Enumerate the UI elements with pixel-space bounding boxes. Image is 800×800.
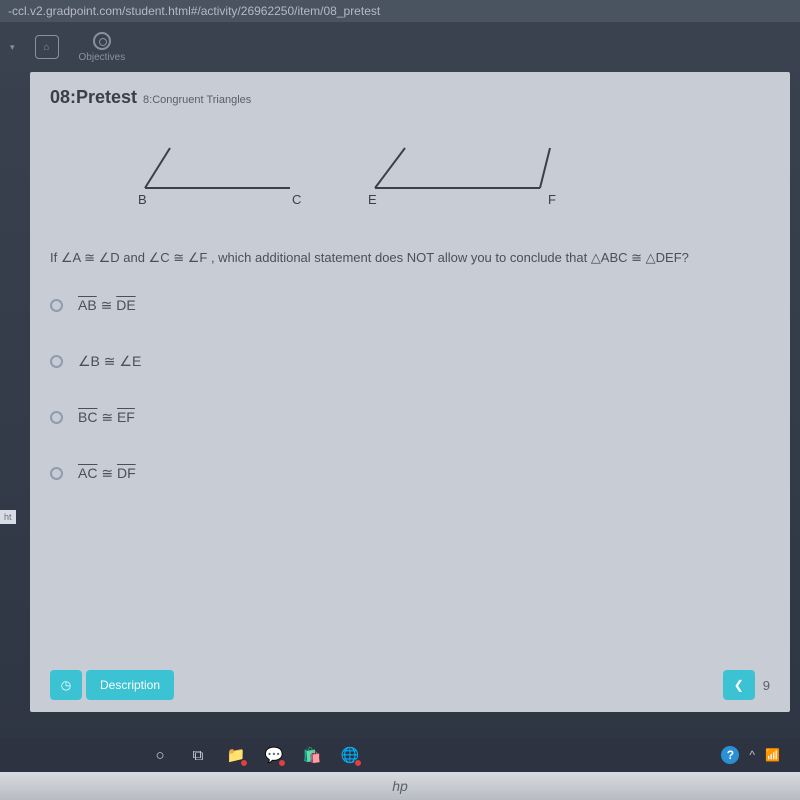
- description-group: ◷ Description: [50, 670, 174, 700]
- app-toolbar: ▾ ⌂ Objectives: [0, 22, 800, 72]
- system-tray[interactable]: ? ^ 📶: [721, 746, 780, 764]
- home-icon: ⌂: [35, 35, 59, 59]
- page-number: 9: [763, 678, 770, 693]
- file-explorer-icon[interactable]: 📁: [226, 745, 246, 765]
- objectives-label: Objectives: [79, 52, 126, 63]
- store-icon[interactable]: 🛍️: [302, 745, 322, 765]
- wifi-icon[interactable]: 📶: [765, 748, 780, 762]
- option-a[interactable]: AB ≅ DE: [50, 293, 770, 314]
- option-b[interactable]: ∠B ≅ ∠E: [50, 349, 770, 370]
- vertex-b-label: B: [138, 192, 147, 207]
- vertex-e-label: E: [368, 192, 377, 207]
- vertex-c-label: C: [292, 192, 301, 207]
- option-c[interactable]: BC ≅ EF: [50, 405, 770, 426]
- help-icon[interactable]: ?: [721, 746, 739, 764]
- url-text: -ccl.v2.gradpoint.com/student.html#/acti…: [8, 4, 380, 18]
- taskview-icon[interactable]: ⧉: [188, 745, 208, 765]
- prev-button[interactable]: ❮: [723, 670, 755, 700]
- triangle-abc: B C: [100, 138, 310, 208]
- option-d[interactable]: AC ≅ DF: [50, 461, 770, 482]
- chevron-left-icon: ❮: [734, 678, 744, 692]
- dropdown-icon[interactable]: ▾: [10, 42, 15, 53]
- radio-icon[interactable]: [50, 411, 63, 424]
- clock-icon: ◷: [61, 678, 71, 692]
- question-text: If ∠A ≅ ∠D and ∠C ≅ ∠F , which additiona…: [50, 248, 770, 268]
- content-footer: ◷ Description ❮ 9: [50, 670, 770, 700]
- windows-taskbar[interactable]: ○ ⧉ 📁 💬 🛍️ 🌐 ? ^ 📶: [0, 738, 800, 772]
- objectives-button[interactable]: Objectives: [79, 32, 126, 63]
- home-button[interactable]: ⌂: [35, 35, 59, 59]
- cortana-icon[interactable]: ○: [150, 745, 170, 765]
- side-tab: ht: [0, 510, 16, 524]
- app-icon[interactable]: 💬: [264, 745, 284, 765]
- triangle-diagram: B C E F: [100, 138, 770, 208]
- target-icon: [93, 32, 111, 50]
- laptop-bezel: hp: [0, 772, 800, 800]
- answer-options: AB ≅ DE ∠B ≅ ∠E BC ≅ EF AC ≅ DF: [50, 293, 770, 482]
- test-title: 08:Pretest: [50, 87, 137, 108]
- page-header: 08:Pretest 8:Congruent Triangles: [50, 87, 770, 108]
- description-button[interactable]: Description: [86, 670, 174, 700]
- radio-icon[interactable]: [50, 299, 63, 312]
- option-a-text: AB ≅ DE: [78, 293, 136, 314]
- content-panel: 08:Pretest 8:Congruent Triangles B C E F…: [30, 72, 790, 712]
- timer-button[interactable]: ◷: [50, 670, 82, 700]
- option-d-text: AC ≅ DF: [78, 461, 136, 482]
- chrome-icon[interactable]: 🌐: [340, 745, 360, 765]
- vertex-f-label: F: [548, 192, 556, 207]
- triangle-def: E F: [350, 138, 560, 208]
- radio-icon[interactable]: [50, 355, 63, 368]
- tray-caret-icon[interactable]: ^: [749, 748, 755, 762]
- hp-logo: hp: [392, 778, 408, 794]
- option-b-text: ∠B ≅ ∠E: [78, 349, 141, 370]
- page-nav: ❮ 9: [723, 670, 770, 700]
- url-bar[interactable]: -ccl.v2.gradpoint.com/student.html#/acti…: [0, 0, 800, 22]
- option-c-text: BC ≅ EF: [78, 405, 135, 426]
- radio-icon[interactable]: [50, 467, 63, 480]
- test-subtitle: 8:Congruent Triangles: [143, 94, 251, 106]
